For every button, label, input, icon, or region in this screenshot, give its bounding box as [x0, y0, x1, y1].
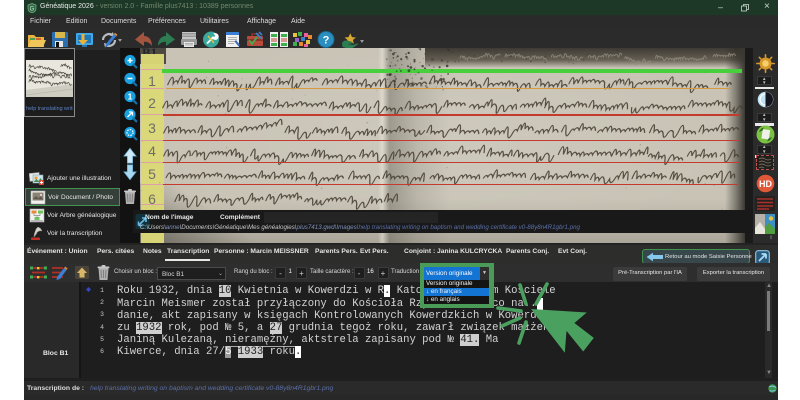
svg-text:HD: HD	[759, 179, 772, 189]
svg-text:?: ?	[323, 35, 330, 47]
svg-text:G: G	[30, 6, 35, 12]
svg-text:1: 1	[127, 92, 132, 102]
